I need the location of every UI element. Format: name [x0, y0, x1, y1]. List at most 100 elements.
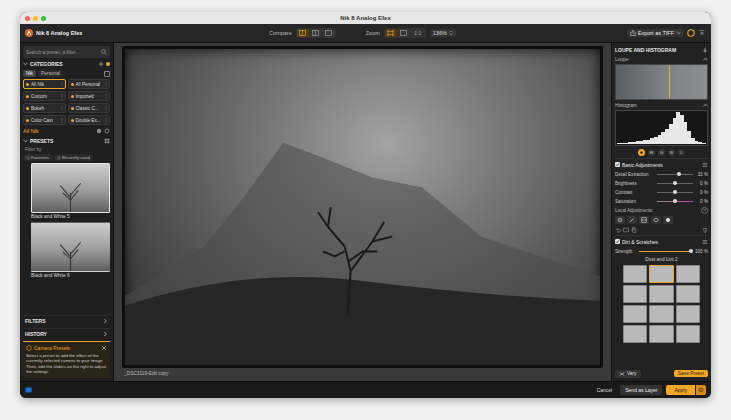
menu-icon[interactable]: [702, 239, 708, 245]
filter-pill[interactable]: Recently used: [54, 154, 93, 161]
more-icon[interactable]: [61, 93, 63, 99]
category-tab[interactable]: Nik: [23, 70, 36, 77]
brush-tool[interactable]: [627, 216, 637, 224]
channel-button[interactable]: B: [668, 149, 675, 156]
dirt-style-thumbnail[interactable]: [623, 305, 647, 323]
enable-checkbox[interactable]: [615, 162, 620, 167]
collapse-icon[interactable]: [698, 29, 706, 37]
add-icon[interactable]: [98, 61, 104, 67]
all-channels-button[interactable]: [638, 149, 645, 156]
category-item[interactable]: Custom: [23, 91, 66, 101]
loupe-header[interactable]: Loupe: [615, 56, 708, 62]
compare-mode-button[interactable]: [323, 29, 335, 37]
more-icon[interactable]: [61, 117, 63, 123]
send-as-layer-button[interactable]: Send as Layer: [620, 385, 662, 395]
mask-tool[interactable]: [663, 216, 673, 224]
collapsed-section[interactable]: HISTORY: [23, 328, 110, 339]
more-icon[interactable]: [105, 117, 107, 123]
enable-checkbox[interactable]: [615, 239, 620, 244]
category-item[interactable]: Color Cast: [23, 115, 66, 125]
presets-header[interactable]: PRESETS: [23, 137, 110, 145]
slider-knob[interactable]: [673, 181, 677, 185]
dirt-style-thumbnail[interactable]: [623, 325, 647, 343]
close-icon[interactable]: [101, 345, 107, 351]
slider-knob[interactable]: [677, 172, 681, 176]
slider-knob[interactable]: [673, 199, 677, 203]
help-button[interactable]: ?: [701, 207, 708, 214]
dirt-style-thumbnail[interactable]: [676, 305, 700, 323]
adjustment-slider[interactable]: Contrast0 %: [615, 189, 708, 196]
dirt-style-thumbnail[interactable]: [676, 325, 700, 343]
category-item[interactable]: Imported: [68, 91, 111, 101]
dirt-style-thumbnail[interactable]: [649, 305, 673, 323]
zoom-mode-button[interactable]: [398, 29, 410, 37]
category-item[interactable]: Classic C...: [68, 103, 111, 113]
category-item[interactable]: Double Ex...: [68, 115, 111, 125]
categories-header[interactable]: CATEGORIES: [23, 60, 110, 68]
dirt-scratches-header[interactable]: Dirt & Scratches: [615, 235, 708, 246]
dirt-style-thumbnail[interactable]: [649, 265, 673, 283]
gear-icon[interactable]: [104, 128, 110, 134]
more-icon[interactable]: [61, 81, 63, 87]
basic-adjustments-header[interactable]: Basic Adjustments: [615, 158, 708, 169]
image-preview[interactable]: [122, 46, 603, 368]
menu-icon[interactable]: [702, 162, 708, 168]
dirt-style-thumbnail[interactable]: [623, 265, 647, 283]
save-preset-button[interactable]: Save Preset: [674, 370, 708, 377]
compare-mode-button[interactable]: [310, 29, 322, 37]
search-field[interactable]: Search a preset, a filter...: [23, 46, 110, 58]
category-item[interactable]: Bokeh: [23, 103, 66, 113]
channel-button[interactable]: G: [658, 149, 665, 156]
compare-mode-button[interactable]: [297, 29, 309, 37]
apply-options-button[interactable]: [696, 385, 706, 395]
more-icon[interactable]: [105, 93, 107, 99]
pin-icon[interactable]: [702, 47, 708, 53]
zoom-button[interactable]: [41, 16, 46, 21]
plugin-menu-icon[interactable]: [687, 29, 695, 37]
undo-icon[interactable]: [615, 227, 621, 233]
category-tab[interactable]: Personal: [38, 70, 63, 77]
more-icon[interactable]: [61, 105, 63, 111]
cancel-button[interactable]: Cancel: [593, 386, 617, 394]
adjustment-slider[interactable]: Saturation0 %: [615, 198, 708, 205]
gradient-tool[interactable]: [639, 216, 649, 224]
settings-icon[interactable]: [96, 128, 102, 134]
apply-button[interactable]: Apply: [666, 385, 695, 395]
more-icon[interactable]: [105, 105, 107, 111]
preset-item[interactable]: Black and White 6: [31, 222, 110, 278]
vary-button[interactable]: Vary: [615, 370, 641, 378]
category-item[interactable]: All Nik: [23, 79, 66, 89]
control-point-tool[interactable]: [615, 216, 625, 224]
slider-knob[interactable]: [689, 249, 693, 253]
dirt-style-thumbnail[interactable]: [623, 285, 647, 303]
zoom-1to1-button[interactable]: 1:1: [411, 29, 425, 37]
slider-knob[interactable]: [673, 190, 677, 194]
filter-pill[interactable]: Favorites: [23, 154, 52, 161]
export-button[interactable]: Export as TIFF: [627, 29, 684, 37]
dirt-style-thumbnail[interactable]: [649, 285, 673, 303]
more-icon[interactable]: [105, 81, 107, 87]
image-icon[interactable]: [623, 227, 629, 233]
trash-icon[interactable]: [702, 227, 708, 233]
grid-view-icon[interactable]: [104, 138, 110, 144]
adjustment-slider[interactable]: Brightness0 %: [615, 180, 708, 187]
dirt-style-thumbnail[interactable]: [649, 325, 673, 343]
category-item[interactable]: All Personal: [68, 79, 111, 89]
zoom-value-dropdown[interactable]: 136%: [430, 29, 456, 37]
preset-item[interactable]: Black and White 5: [31, 163, 110, 219]
minimize-button[interactable]: [33, 16, 38, 21]
copy-icon[interactable]: [631, 227, 637, 233]
select-all-checkbox[interactable]: [104, 71, 110, 77]
histogram-header[interactable]: Histogram: [615, 102, 708, 108]
adjustment-slider[interactable]: Detail Extraction33 %: [615, 171, 708, 178]
zoom-mode-button[interactable]: [385, 29, 397, 37]
strength-slider[interactable]: Strength100 %: [615, 248, 708, 255]
app-badge-icon[interactable]: [25, 387, 32, 393]
collapsed-section[interactable]: FILTERS: [23, 315, 110, 326]
dirt-style-thumbnail[interactable]: [676, 265, 700, 283]
dirt-style-thumbnail[interactable]: [676, 285, 700, 303]
channel-button[interactable]: R: [648, 149, 655, 156]
radial-tool[interactable]: [651, 216, 661, 224]
channel-button[interactable]: L: [678, 149, 685, 156]
close-button[interactable]: [25, 16, 30, 21]
